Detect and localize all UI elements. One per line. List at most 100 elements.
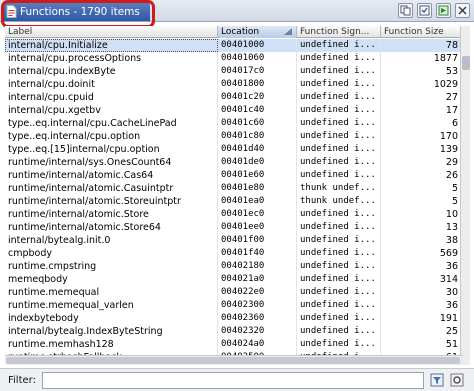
column-header-location-text: Location xyxy=(221,27,260,37)
location-cell: 004021a0 xyxy=(218,273,297,286)
signature-cell: undefined i... xyxy=(297,104,381,117)
table-row[interactable]: runtime/internal/atomic.Casuintptr 00401e… xyxy=(5,182,463,195)
signature-cell: undefined i... xyxy=(297,208,381,221)
size-cell: 29 xyxy=(381,156,463,169)
location-cell: 00401ea0 xyxy=(218,195,297,208)
filter-bar: Filter: xyxy=(0,368,474,391)
size-cell: 30 xyxy=(381,286,463,299)
location-cell: 00402300 xyxy=(218,299,297,312)
signature-cell: undefined i... xyxy=(297,52,381,65)
label-cell: runtime.memequal xyxy=(5,286,218,299)
table-body: internal/cpu.Initialize 00401000 undefined… xyxy=(5,39,463,364)
size-cell: 36 xyxy=(381,299,463,312)
label-cell: type..eq.internal/cpu.CacheLinePad xyxy=(5,117,218,130)
signature-cell: undefined i... xyxy=(297,286,381,299)
size-cell: 314 xyxy=(381,273,463,286)
signature-cell: undefined i... xyxy=(297,247,381,260)
column-header-size[interactable]: Function Size xyxy=(381,26,463,38)
signature-cell: undefined i... xyxy=(297,221,381,234)
table-header: Label Location Function Sign... Function… xyxy=(5,26,463,38)
filter-label: Filter: xyxy=(8,374,36,386)
size-cell: 10 xyxy=(381,208,463,221)
location-cell: 00402320 xyxy=(218,325,297,338)
column-header-label[interactable]: Label xyxy=(5,26,218,38)
document-icon xyxy=(6,5,17,18)
table-row[interactable]: runtime.memequal_varlen 00402300 undefined… xyxy=(5,299,463,312)
size-cell: 191 xyxy=(381,312,463,325)
horizontal-scroll-thumb[interactable] xyxy=(6,357,460,364)
signature-cell: undefined i... xyxy=(297,273,381,286)
table-row[interactable]: runtime.memequal 004022e0 undefined i... 30 xyxy=(5,286,463,299)
table-row[interactable]: type..eq.internal/cpu.CacheLinePad 00401c… xyxy=(5,117,463,130)
size-cell: 51 xyxy=(381,338,463,351)
vertical-scroll-thumb[interactable] xyxy=(462,56,470,70)
location-cell: 00401ee0 xyxy=(218,221,297,234)
table-row[interactable]: internal/cpu.Initialize 00401000 undefined… xyxy=(5,39,463,52)
table-row[interactable]: runtime.cmpstring 00402180 undefined i... 3… xyxy=(5,260,463,273)
column-header-location[interactable]: Location xyxy=(218,26,297,38)
filter-input[interactable] xyxy=(42,371,424,389)
table-row[interactable]: internal/cpu.doinit 00401800 undefined i..… xyxy=(5,78,463,91)
size-cell: 569 xyxy=(381,247,463,260)
navigate-icon[interactable] xyxy=(436,3,451,18)
table-row[interactable]: type..eq.[15]internal/cpu.option 00401d40… xyxy=(5,143,463,156)
label-cell: runtime/internal/sys.OnesCount64 xyxy=(5,156,218,169)
table-row[interactable]: memeqbody 004021a0 undefined i... 314 xyxy=(5,273,463,286)
signature-cell: undefined i... xyxy=(297,169,381,182)
location-cell: 00401c60 xyxy=(218,117,297,130)
signature-cell: undefined i... xyxy=(297,156,381,169)
signature-cell: undefined i... xyxy=(297,78,381,91)
label-cell: internal/cpu.processOptions xyxy=(5,52,218,65)
location-cell: 004017c0 xyxy=(218,65,297,78)
table-row[interactable]: runtime/internal/atomic.Store64 00401ee0 u… xyxy=(5,221,463,234)
label-cell: memeqbody xyxy=(5,273,218,286)
filter-options-icon[interactable] xyxy=(429,373,444,388)
location-cell: 00402180 xyxy=(218,260,297,273)
signature-cell: undefined i... xyxy=(297,117,381,130)
functions-table[interactable]: Label Location Function Sign... Function… xyxy=(5,26,463,365)
close-icon[interactable] xyxy=(455,3,470,18)
table-row[interactable]: internal/cpu.xgetbv 00401c40 undefined i..… xyxy=(5,104,463,117)
label-cell: internal/cpu.Initialize xyxy=(5,39,218,52)
table-row[interactable]: internal/cpu.cpuid 00401c20 undefined i...… xyxy=(5,91,463,104)
functions-tab[interactable]: Functions - 1790 items xyxy=(2,2,150,21)
label-cell: runtime/internal/atomic.Store64 xyxy=(5,221,218,234)
location-cell: 00401e80 xyxy=(218,182,297,195)
table-row[interactable]: runtime/internal/atomic.Store 00401ec0 und… xyxy=(5,208,463,221)
location-cell: 00401f00 xyxy=(218,234,297,247)
table-row[interactable]: type..eq.internal/cpu.option 00401c80 unde… xyxy=(5,130,463,143)
label-cell: runtime/internal/atomic.Cas64 xyxy=(5,169,218,182)
select-icon[interactable] xyxy=(417,3,432,18)
label-cell: runtime.memequal_varlen xyxy=(5,299,218,312)
label-cell: cmpbody xyxy=(5,247,218,260)
table-row[interactable]: internal/cpu.indexByte 004017c0 undefined … xyxy=(5,65,463,78)
signature-cell: undefined i... xyxy=(297,91,381,104)
label-cell: internal/bytealg.IndexByteString xyxy=(5,325,218,338)
filter-settings-icon[interactable] xyxy=(449,373,464,388)
title-bar: Functions - 1790 items xyxy=(0,0,474,28)
signature-cell: undefined i... xyxy=(297,325,381,338)
size-cell: 5 xyxy=(381,195,463,208)
vertical-scrollbar[interactable] xyxy=(460,26,470,365)
size-cell: 38 xyxy=(381,234,463,247)
column-header-signature[interactable]: Function Sign... xyxy=(297,26,381,38)
size-cell: 25 xyxy=(381,325,463,338)
table-row[interactable]: runtime/internal/atomic.Storeuintptr 0040… xyxy=(5,195,463,208)
location-cell: 00401ec0 xyxy=(218,208,297,221)
label-cell: runtime/internal/atomic.Casuintptr xyxy=(5,182,218,195)
table-row[interactable]: indexbytebody 00402360 undefined i... 191 xyxy=(5,312,463,325)
table-row[interactable]: internal/bytealg.IndexByteString 00402320… xyxy=(5,325,463,338)
table-row[interactable]: internal/bytealg.init.0 00401f00 undefined… xyxy=(5,234,463,247)
table-row[interactable]: runtime/internal/atomic.Cas64 00401e60 und… xyxy=(5,169,463,182)
copy-icon[interactable] xyxy=(398,3,413,18)
horizontal-scrollbar[interactable] xyxy=(5,355,463,365)
location-cell: 00401c40 xyxy=(218,104,297,117)
table-row[interactable]: runtime/internal/sys.OnesCount64 00401de0… xyxy=(5,156,463,169)
signature-cell: undefined i... xyxy=(297,143,381,156)
signature-cell: undefined i... xyxy=(297,299,381,312)
table-row[interactable]: runtime.memhash128 004024a0 undefined i...… xyxy=(5,338,463,351)
table-row[interactable]: internal/cpu.processOptions 00401060 undef… xyxy=(5,52,463,65)
table-row[interactable]: cmpbody 00401f40 undefined i... 569 xyxy=(5,247,463,260)
size-cell: 1029 xyxy=(381,78,463,91)
signature-cell: undefined i... xyxy=(297,234,381,247)
